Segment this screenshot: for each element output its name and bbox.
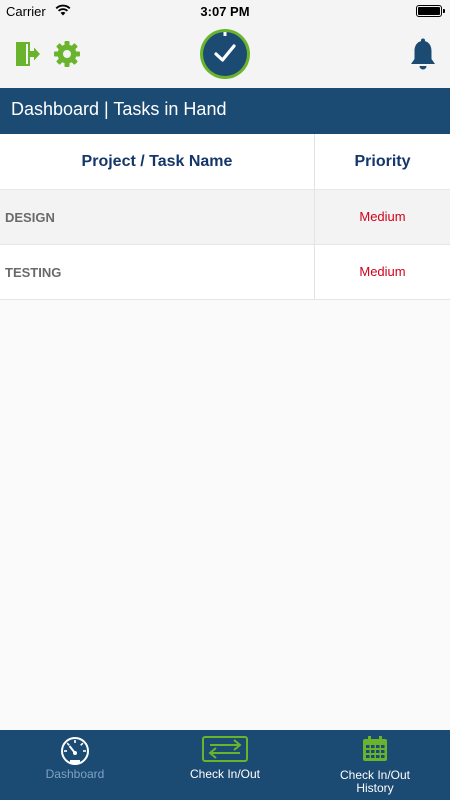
- clock-time: 3:07 PM: [200, 4, 250, 19]
- task-name-cell: TESTING: [0, 245, 315, 299]
- top-bar: [0, 22, 450, 88]
- tab-history-label: Check In/Out History: [300, 769, 450, 795]
- status-bar: Carrier 3:07 PM: [0, 0, 450, 22]
- calendar-icon: [363, 736, 387, 761]
- task-name-cell: DESIGN: [0, 190, 315, 244]
- tab-check-in-out[interactable]: Check In/Out: [150, 730, 300, 800]
- page-title: Dashboard | Tasks in Hand: [11, 99, 227, 119]
- tab-bar: Dashboard Check In/Out Check In/Out Histo…: [0, 730, 450, 800]
- gear-icon[interactable]: [52, 39, 82, 69]
- tab-dashboard-label: Dashboard: [45, 767, 105, 781]
- table-row[interactable]: TESTING Medium: [0, 245, 450, 300]
- tasks-table: Project / Task Name Priority DESIGN Medi…: [0, 134, 450, 300]
- priority-cell: Medium: [359, 208, 406, 224]
- priority-cell: Medium: [359, 263, 406, 279]
- column-header-priority: Priority: [354, 152, 411, 170]
- bell-icon[interactable]: [408, 38, 438, 72]
- speedometer-icon: [61, 737, 89, 765]
- logout-icon[interactable]: [14, 40, 42, 68]
- table-row[interactable]: DESIGN Medium: [0, 190, 450, 245]
- column-header-task-name: Project / Task Name: [0, 134, 315, 189]
- battery-icon: [416, 5, 445, 17]
- tab-check-in-out-label: Check In/Out: [189, 767, 261, 781]
- swap-arrows-icon: [202, 736, 248, 762]
- tab-history-label-line1: Check In/Out: [339, 768, 411, 782]
- tab-check-in-out-history[interactable]: Check In/Out History: [300, 730, 450, 800]
- clock-check-logo: [200, 29, 250, 79]
- tab-history-label-line2: History: [356, 781, 394, 795]
- table-header: Project / Task Name Priority: [0, 134, 450, 190]
- tab-dashboard[interactable]: Dashboard: [0, 730, 150, 800]
- title-bar: Dashboard | Tasks in Hand: [0, 88, 450, 134]
